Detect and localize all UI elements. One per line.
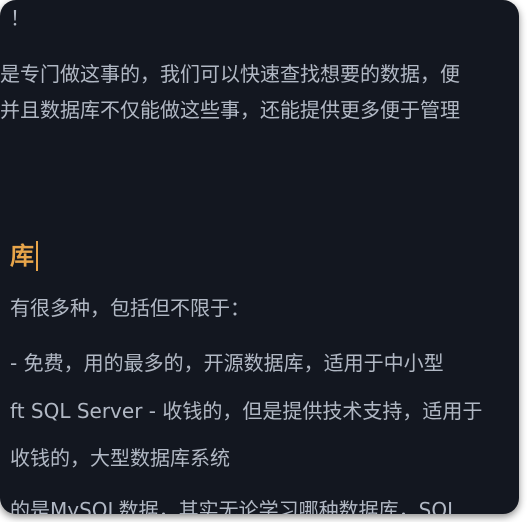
text-line-5: - 免费，用的最多的，开源数据库，适用于中小型 bbox=[10, 351, 444, 375]
text-cursor bbox=[36, 241, 38, 271]
text-line-8: 的是MySQL数据，其实无论学习哪种数据库，SQL bbox=[10, 498, 459, 514]
text-line-6: ft SQL Server - 收钱的，但是提供技术支持，适用于 bbox=[10, 399, 483, 423]
section-heading-text: 库 bbox=[10, 242, 34, 270]
text-line-2: 是专门做这事的，我们可以快速查找想要的数据，便 bbox=[0, 62, 460, 86]
section-heading[interactable]: 库 bbox=[10, 240, 38, 272]
text-line-7: 收钱的，大型数据库系统 bbox=[10, 446, 230, 470]
markdown-editor-window: ！ 是专门做这事的，我们可以快速查找想要的数据，便 并且数据库不仅能做这些事，还… bbox=[0, 0, 519, 514]
text-line-1: ！ bbox=[10, 6, 30, 30]
text-line-4: 有很多种，包括但不限于： bbox=[10, 296, 250, 320]
text-line-3: 并且数据库不仅能做这些事，还能提供更多便于管理 bbox=[0, 98, 460, 122]
